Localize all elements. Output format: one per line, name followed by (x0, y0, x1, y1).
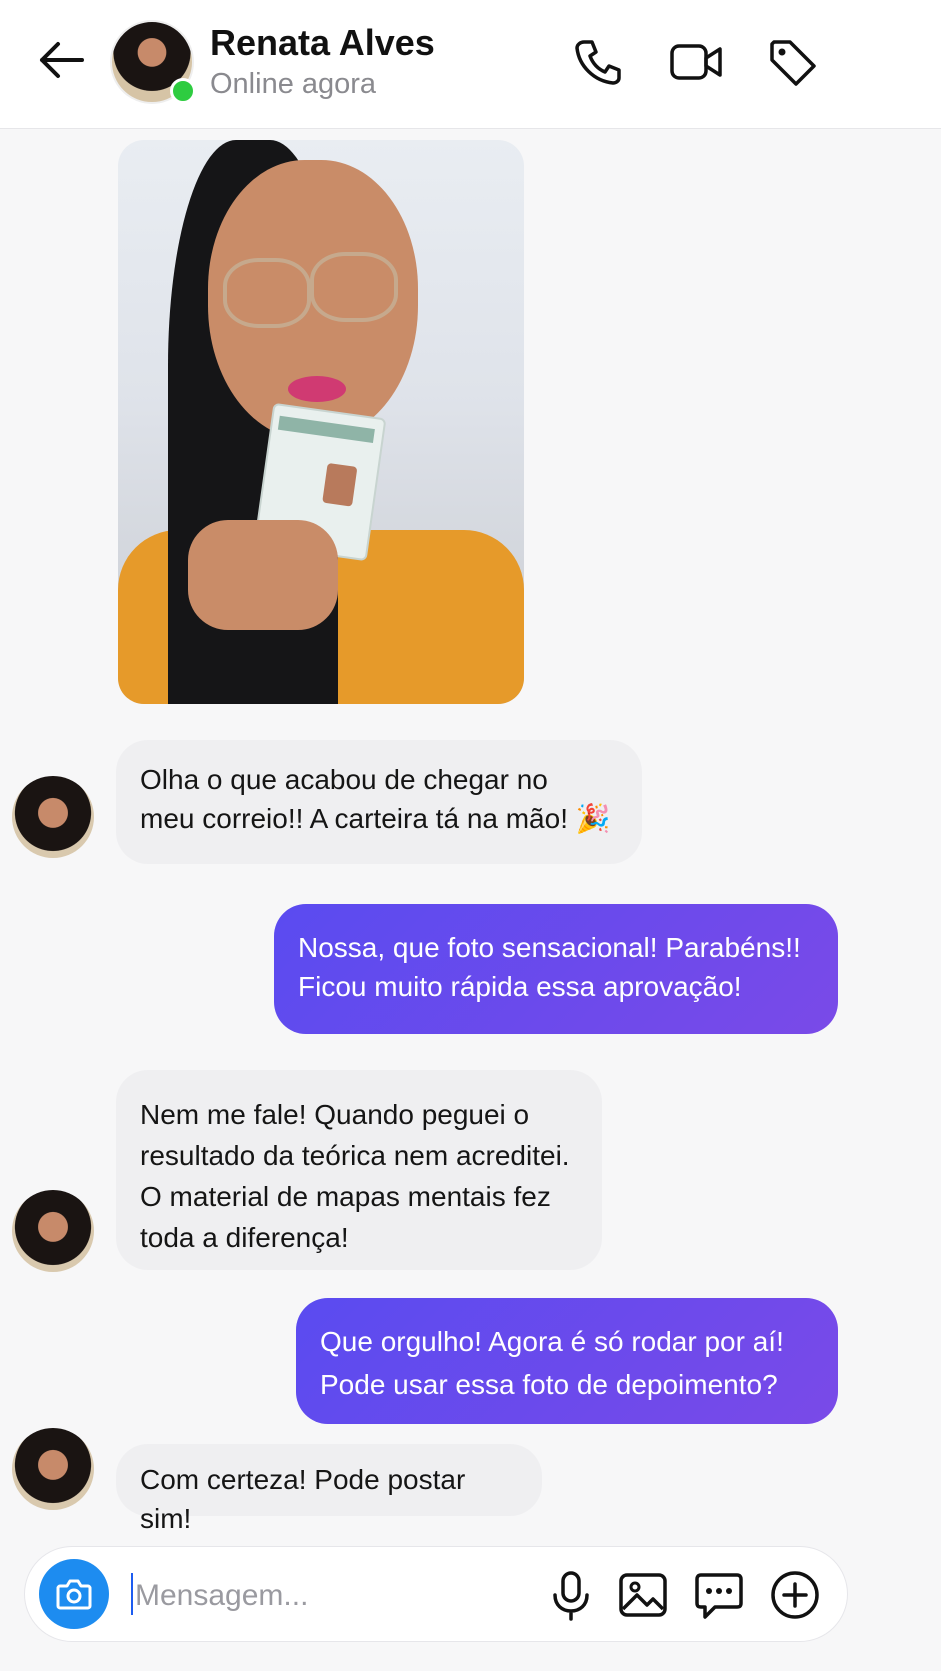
phone-icon[interactable] (570, 34, 626, 90)
message-input[interactable] (133, 1573, 517, 1619)
arrow-left-icon[interactable] (34, 38, 88, 82)
video-camera-icon[interactable] (668, 34, 724, 90)
camera-button[interactable] (39, 1559, 109, 1629)
contact-status: Online agora (210, 68, 377, 100)
sender-avatar[interactable] (12, 776, 94, 858)
camera-icon (56, 1579, 92, 1610)
image-icon[interactable] (615, 1567, 671, 1623)
sender-avatar[interactable] (12, 1190, 94, 1272)
incoming-message: Nem me fale! Quando peguei o resultado d… (116, 1070, 602, 1270)
online-status-dot (170, 78, 196, 104)
incoming-message: Com certeza! Pode postar sim! (116, 1444, 542, 1534)
microphone-icon[interactable] (543, 1567, 599, 1623)
chat-header: Renata Alves Online agora (0, 0, 941, 129)
message-composer (24, 1546, 848, 1642)
tag-icon[interactable] (764, 34, 820, 90)
incoming-message: Olha o que acabou de chegar no meu corre… (116, 740, 642, 864)
contact-name[interactable]: Renata Alves (210, 22, 435, 64)
outgoing-message: Que orgulho! Agora é só rodar por aí! Po… (296, 1298, 838, 1424)
outgoing-message: Nossa, que foto sensacional! Parabéns!! … (274, 904, 838, 1034)
chat-bubble-icon[interactable] (691, 1567, 747, 1623)
plus-circle-icon[interactable] (767, 1567, 823, 1623)
sender-avatar[interactable] (12, 1428, 94, 1510)
shared-photo[interactable] (118, 140, 524, 704)
